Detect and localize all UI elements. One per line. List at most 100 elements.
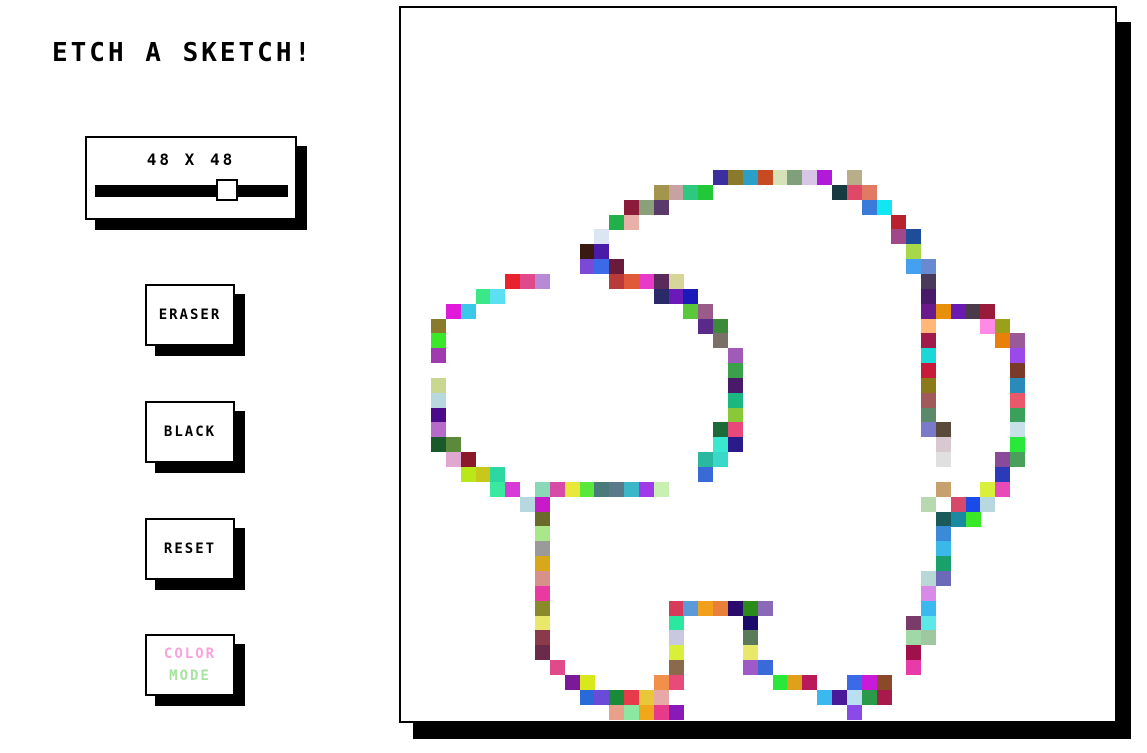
grid-cell[interactable] [891,214,907,230]
grid-cell[interactable] [728,170,743,185]
grid-cell[interactable] [668,660,684,676]
grid-cell[interactable] [921,496,937,512]
grid-cell[interactable] [713,422,729,438]
grid-cell[interactable] [668,600,684,616]
grid-cell[interactable] [906,244,922,260]
grid-cell[interactable] [609,259,625,275]
grid-cell[interactable] [980,481,996,497]
grid-cell[interactable] [475,467,491,482]
grid-cell[interactable] [624,214,640,230]
grid-cell[interactable] [1010,422,1026,438]
grid-cell[interactable] [490,288,506,304]
grid-cell[interactable] [965,496,981,512]
grid-cell[interactable] [935,541,951,557]
grid-cell[interactable] [787,674,803,690]
grid-cell[interactable] [534,645,550,661]
grid-cell[interactable] [653,689,669,705]
grid-cell[interactable] [549,660,565,676]
grid-cell[interactable] [950,303,966,319]
grid-cell[interactable] [713,437,729,453]
grid-size-slider-thumb[interactable] [216,179,239,201]
grid-cell[interactable] [921,348,937,364]
grid-cell[interactable] [534,585,550,601]
grid-cell[interactable] [891,229,907,245]
grid-cell[interactable] [653,288,669,304]
grid-cell[interactable] [520,496,536,512]
grid-cell[interactable] [698,318,714,334]
grid-cell[interactable] [713,333,729,349]
grid-cell[interactable] [653,481,669,497]
grid-cell[interactable] [921,630,937,646]
grid-cell[interactable] [520,273,536,289]
grid-cell[interactable] [980,496,996,512]
grid-cell[interactable] [921,377,937,393]
grid-cell[interactable] [846,689,862,705]
grid-cell[interactable] [861,184,877,200]
grid-cell[interactable] [594,259,610,275]
grid-cell[interactable] [609,481,625,497]
grid-cell[interactable] [861,199,877,215]
grid-cell[interactable] [698,452,714,468]
grid-cell[interactable] [742,630,758,646]
grid-cell[interactable] [431,437,446,453]
grid-cell[interactable] [906,615,922,631]
grid-cell[interactable] [757,660,773,676]
grid-cell[interactable] [995,481,1011,497]
grid-cell[interactable] [668,674,684,690]
grid-cell[interactable] [787,170,803,185]
grid-cell[interactable] [995,318,1011,334]
grid-cell[interactable] [935,481,951,497]
grid-cell[interactable] [1010,363,1026,379]
grid-cell[interactable] [505,273,521,289]
grid-cell[interactable] [431,392,446,408]
grid-cell[interactable] [772,674,788,690]
grid-cell[interactable] [460,303,476,319]
grid-cell[interactable] [431,318,446,334]
grid-cell[interactable] [742,615,758,631]
grid-cell[interactable] [742,600,758,616]
grid-cell[interactable] [698,467,714,482]
grid-cell[interactable] [490,467,506,482]
grid-cell[interactable] [831,689,847,705]
grid-cell[interactable] [876,199,892,215]
grid-cell[interactable] [594,689,610,705]
grid-cell[interactable] [935,526,951,542]
grid-cell[interactable] [683,303,699,319]
grid-cell[interactable] [906,229,922,245]
grid-cell[interactable] [698,600,714,616]
grid-cell[interactable] [921,259,937,275]
grid-cell[interactable] [564,481,580,497]
sketch-canvas[interactable] [399,6,1117,723]
grid-cell[interactable] [713,452,729,468]
grid-cell[interactable] [921,615,937,631]
grid-cell[interactable] [534,615,550,631]
grid-cell[interactable] [742,645,758,661]
grid-cell[interactable] [728,600,743,616]
grid-cell[interactable] [698,184,714,200]
grid-cell[interactable] [742,170,758,185]
grid-cell[interactable] [579,674,595,690]
grid-cell[interactable] [935,422,951,438]
grid-cell[interactable] [921,273,937,289]
grid-cell[interactable] [713,170,729,185]
grid-cell[interactable] [861,674,877,690]
grid-cell[interactable] [653,674,669,690]
grid-cell[interactable] [728,392,743,408]
grid-cell[interactable] [431,422,446,438]
grid-cell[interactable] [935,570,951,586]
grid-cell[interactable] [980,318,996,334]
grid-cell[interactable] [921,303,937,319]
grid-cell[interactable] [534,556,550,572]
grid-cell[interactable] [624,689,640,705]
grid-cell[interactable] [876,674,892,690]
grid-cell[interactable] [653,273,669,289]
grid-cell[interactable] [534,600,550,616]
grid-cell[interactable] [757,600,773,616]
grid-cell[interactable] [935,303,951,319]
grid-cell[interactable] [534,526,550,542]
eraser-button[interactable]: ERASER [145,284,235,346]
grid-cell[interactable] [534,570,550,586]
grid-cell[interactable] [935,452,951,468]
grid-cell[interactable] [668,184,684,200]
grid-cell[interactable] [1010,437,1026,453]
